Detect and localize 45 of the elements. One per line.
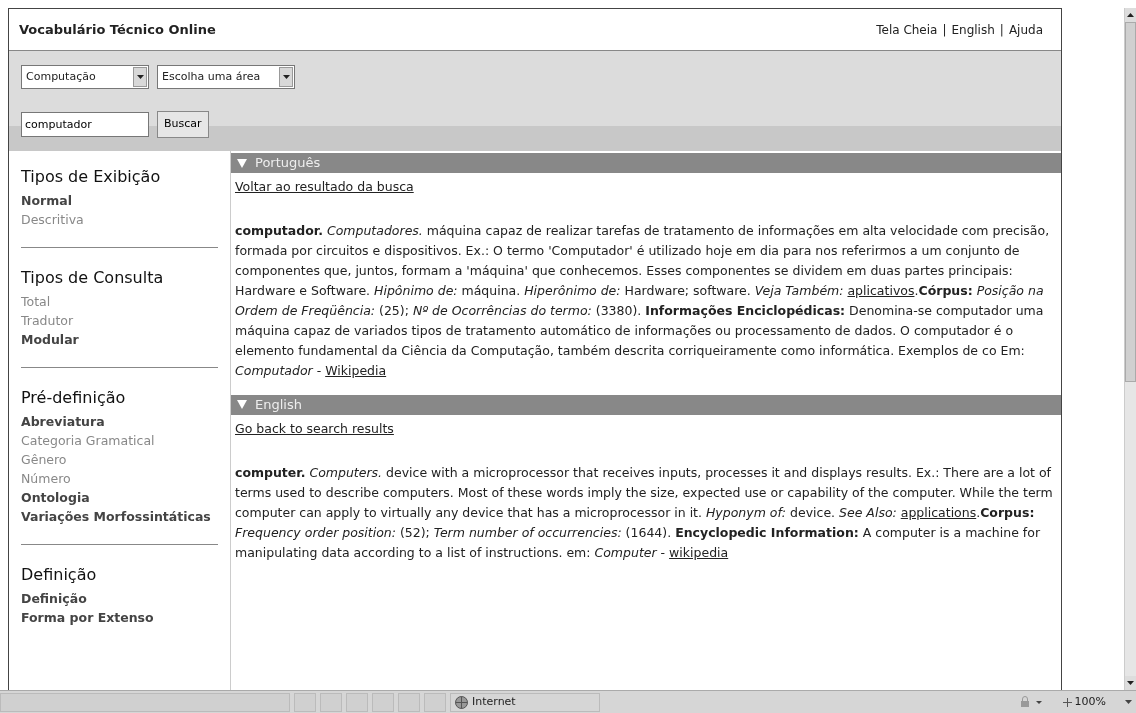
search-button[interactable]: Buscar: [157, 111, 209, 138]
scrollbar-thumb[interactable]: [1125, 22, 1136, 382]
caret-icon[interactable]: [1125, 700, 1132, 704]
globe-icon: [455, 695, 468, 709]
sidebar-item[interactable]: Variações Morfossintáticas: [21, 507, 218, 526]
definition-text: computer. Computers. device with a microprocessor that receives inputs, processes it and displays results. Ex.: There are a lot of terms used to describe computers. Most of these words imply the size, expected use or capability of the computer. While the term computer can apply to virtually any device that has a microprocessor in it. Hyponym of: device. See Also: applications.Corpus: Frequency order position: (52); Term number of occurrencies: (1644). Encyclopedic Information: A computer is a machine for manipulating data according to a list of instructions. em: Computer - wikipedia: [235, 463, 1054, 562]
zoom-icon[interactable]: [1062, 697, 1072, 707]
nav-link-text[interactable]: English: [951, 20, 995, 39]
nav-link-text[interactable]: Tela Cheia: [876, 20, 938, 39]
sidebar-item[interactable]: Tradutor: [21, 311, 218, 330]
section-title: Português: [255, 154, 321, 173]
sidebar-item[interactable]: Normal: [21, 191, 218, 210]
caret-icon[interactable]: [136, 75, 144, 79]
separator: |: [999, 21, 1004, 39]
separator: |: [942, 21, 947, 39]
zoom-level[interactable]: 100%: [1074, 693, 1106, 711]
section-heading: Tipos de Exibição: [21, 166, 162, 188]
link[interactable]: wikipedia: [669, 544, 729, 560]
sidebar-item[interactable]: Gênero: [21, 450, 218, 469]
sidebar-item[interactable]: Descritiva: [21, 210, 218, 229]
triangle-icon[interactable]: [237, 158, 247, 168]
section-heading: Tipos de Consulta: [21, 267, 165, 289]
section-heading: Pré-definição: [21, 387, 127, 409]
search-field[interactable]: computador: [21, 112, 149, 137]
sidebar-item[interactable]: Categoria Gramatical: [21, 431, 218, 450]
triangle-icon[interactable]: [237, 400, 247, 410]
back-link[interactable]: Go back to search results: [235, 420, 394, 436]
sidebar-item[interactable]: Total: [21, 292, 218, 311]
caret-icon[interactable]: [282, 75, 290, 79]
section-title: English: [255, 396, 302, 414]
sidebar-item[interactable]: Ontologia: [21, 488, 218, 507]
site-title: Vocabulário Técnico Online: [19, 20, 216, 39]
sidebar-item[interactable]: Definição: [21, 589, 218, 608]
sidebar-item[interactable]: Número: [21, 469, 218, 488]
sidebar-item[interactable]: Forma por Extenso: [21, 608, 218, 627]
back-link[interactable]: Voltar ao resultado da busca: [235, 179, 414, 194]
dropdown[interactable]: Computação: [21, 65, 149, 89]
definition-text: computador. Computadores. máquina capaz de realizar tarefas de tratamento de informações em alta velocidade com precisão, formada por circuitos e dispositivos. Ex.: O termo 'Computador' é utilizado hoje em dia para nos referirmos a um conjunto de componentes que, juntos, formam a 'máquina' que conhecemos. Esses componentes se dividem em duas partes principais: Hardware e Software. Hipônimo de: máquina. Hiperônimo de: Hardware; software. Veja Também: aplicativos.Córpus: Posição na Ordem de Freqüência: (25); Nº de Ocorrências do termo: (3380). Informações Enciclopédicas: Denomina-se computador uma máquina capaz de variados tipos de tratamento automático de informações ou processamento de dados. O computador é o elemento fundamental da Ciência da Computação, também descrita corriqueiramente como informática. Exemplos de co Em: Computador - Wikipedia: [235, 221, 1051, 380]
dropdown[interactable]: Escolha uma área: [157, 65, 295, 89]
security-zone: Internet: [472, 693, 516, 710]
section-heading: Definição: [21, 564, 98, 586]
nav-link-text[interactable]: Ajuda: [1008, 20, 1043, 39]
sidebar-item[interactable]: Abreviatura: [21, 412, 218, 431]
link[interactable]: Wikipedia: [325, 362, 387, 378]
sidebar-item[interactable]: Modular: [21, 330, 218, 349]
